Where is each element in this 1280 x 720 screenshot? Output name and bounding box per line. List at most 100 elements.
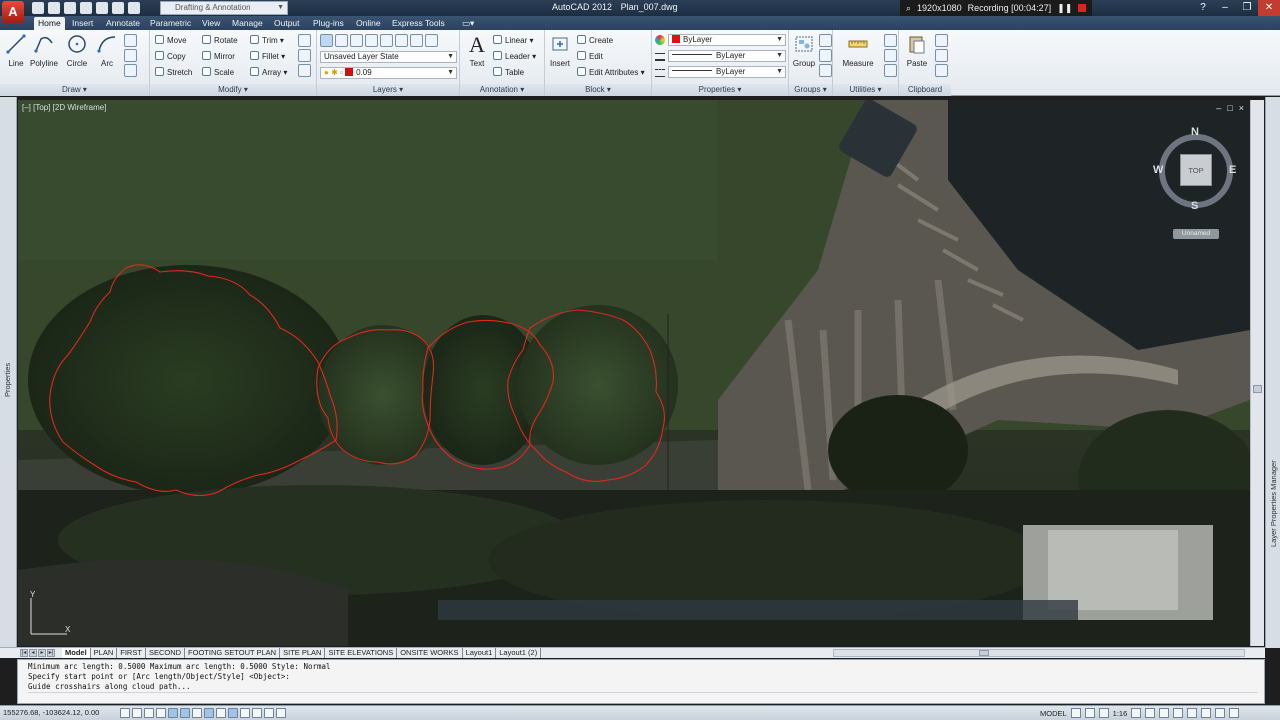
- tab-plugins[interactable]: Plug-ins: [309, 17, 348, 30]
- group-button[interactable]: Group: [789, 33, 819, 68]
- horizontal-scroll-thumb[interactable]: [979, 650, 989, 656]
- minimize-button[interactable]: –: [1214, 0, 1236, 16]
- layer-properties-icon[interactable]: [320, 34, 333, 47]
- create-block-button[interactable]: Create: [577, 35, 613, 47]
- ucs-menu[interactable]: Unnamed: [1173, 229, 1219, 239]
- recorder-resolution[interactable]: 1920x1080: [917, 3, 962, 13]
- layout-tab-model[interactable]: Model: [62, 648, 91, 658]
- tab-view[interactable]: View: [198, 17, 224, 30]
- tab-manage[interactable]: Manage: [228, 17, 267, 30]
- model-space-toggle[interactable]: MODEL: [1040, 709, 1067, 718]
- array-button[interactable]: Array ▾: [250, 67, 287, 79]
- dynamic-ucs-icon[interactable]: [216, 708, 226, 718]
- tab-insert[interactable]: Insert: [68, 17, 97, 30]
- annotation-visibility-icon[interactable]: [1131, 708, 1142, 718]
- ortho-mode-icon[interactable]: [156, 708, 166, 718]
- tab-parametric[interactable]: Parametric: [146, 17, 195, 30]
- layer-isolate-icon[interactable]: [335, 34, 348, 47]
- annotation-panel-title[interactable]: Annotation ▾: [460, 84, 544, 96]
- draw-panel-title[interactable]: Draw ▾: [0, 84, 149, 96]
- command-input[interactable]: [28, 692, 1258, 702]
- quick-select-icon[interactable]: [884, 34, 897, 47]
- arc-button[interactable]: Arc: [92, 33, 122, 68]
- layer-freeze-icon[interactable]: [380, 34, 393, 47]
- command-line-window[interactable]: Minimum arc length: 0.5000 Maximum arc l…: [17, 659, 1265, 704]
- layout-tab-plan[interactable]: PLAN: [91, 648, 118, 658]
- hatch-icon[interactable]: [124, 64, 137, 77]
- match-icon[interactable]: [935, 64, 948, 77]
- snap-mode-icon[interactable]: [132, 708, 142, 718]
- workspace-dropdown[interactable]: Drafting & Annotation ▼: [160, 1, 288, 15]
- block-panel-title[interactable]: Block ▾: [545, 84, 651, 96]
- auto-scale-icon[interactable]: [1145, 708, 1156, 718]
- next-layout-icon[interactable]: ▸: [38, 649, 46, 657]
- layer-dropdown[interactable]: ● ✱ ▫ 0.09 ▼: [320, 67, 457, 79]
- layer-properties-palette-tab[interactable]: Layer Properties Manager: [1265, 97, 1280, 648]
- table-button[interactable]: Table: [493, 67, 524, 79]
- layer-lock-icon[interactable]: [395, 34, 408, 47]
- layout-tab-first[interactable]: FIRST: [117, 648, 146, 658]
- tab-online[interactable]: Online: [352, 17, 385, 30]
- last-layout-icon[interactable]: ▸|: [47, 649, 55, 657]
- annotation-scale-icon[interactable]: [1098, 708, 1109, 718]
- tab-output[interactable]: Output: [270, 17, 304, 30]
- measure-button[interactable]: Measure: [841, 33, 875, 68]
- compass-south[interactable]: S: [1191, 200, 1198, 212]
- trim-button[interactable]: Trim ▾: [250, 35, 284, 47]
- viewcube[interactable]: TOP N S E W: [1153, 126, 1237, 216]
- layer-previous-icon[interactable]: [425, 34, 438, 47]
- save-as-icon[interactable]: [80, 2, 92, 14]
- edit-block-button[interactable]: Edit: [577, 51, 603, 63]
- properties-palette-tab[interactable]: Properties: [0, 97, 17, 648]
- explode-icon[interactable]: [298, 49, 311, 62]
- linetype-dropdown[interactable]: ByLayer ▼: [668, 66, 786, 78]
- infer-constraints-icon[interactable]: [120, 708, 130, 718]
- tab-home[interactable]: Home: [34, 17, 65, 30]
- hardware-acceleration-icon[interactable]: [1187, 708, 1198, 718]
- compass-west[interactable]: W: [1153, 164, 1163, 176]
- isolate-objects-icon[interactable]: [1201, 708, 1212, 718]
- viewport-controls-label[interactable]: [–] [Top] [2D Wireframe]: [22, 103, 106, 112]
- calculator-icon[interactable]: [884, 49, 897, 62]
- lineweight-dropdown[interactable]: ByLayer ▼: [668, 50, 786, 62]
- quick-view-layouts-icon[interactable]: [1070, 708, 1081, 718]
- offset-icon[interactable]: [298, 64, 311, 77]
- workspace-switching-icon[interactable]: [1159, 708, 1170, 718]
- undo-icon[interactable]: [112, 2, 124, 14]
- redo-icon[interactable]: [128, 2, 140, 14]
- grid-display-icon[interactable]: [144, 708, 154, 718]
- vertical-scroll-thumb[interactable]: [1253, 385, 1262, 393]
- restore-button[interactable]: ❐: [1236, 0, 1258, 16]
- copy-clip-icon[interactable]: [935, 49, 948, 62]
- viewport-minimize-button[interactable]: –: [1216, 103, 1221, 113]
- layout-tab-footing-setout-plan[interactable]: FOOTING SETOUT PLAN: [185, 648, 281, 658]
- groups-panel-title[interactable]: Groups ▾: [789, 84, 832, 96]
- edit-attributes-button[interactable]: Edit Attributes ▾: [577, 67, 645, 79]
- utilities-panel-title[interactable]: Utilities ▾: [833, 84, 898, 96]
- layout-tab-site-plan[interactable]: SITE PLAN: [280, 648, 326, 658]
- quick-properties-icon[interactable]: [264, 708, 274, 718]
- compass-north[interactable]: N: [1191, 126, 1199, 138]
- object-snap-tracking-icon[interactable]: [204, 708, 214, 718]
- compass-east[interactable]: E: [1229, 164, 1236, 176]
- application-menu-button[interactable]: A: [2, 1, 24, 23]
- help-icon[interactable]: ?: [1192, 0, 1214, 16]
- layer-state-dropdown[interactable]: Unsaved Layer State ▼: [320, 51, 457, 63]
- viewcube-top-face[interactable]: TOP: [1180, 154, 1212, 186]
- text-button[interactable]: A Text: [462, 32, 492, 68]
- layer-unisolate-icon[interactable]: [350, 34, 363, 47]
- vertical-scrollbar[interactable]: [1250, 100, 1264, 646]
- circle-button[interactable]: Circle: [62, 33, 92, 68]
- object-snap-icon[interactable]: [180, 708, 190, 718]
- layout-tab-onsite-works[interactable]: ONSITE WORKS: [397, 648, 463, 658]
- transparency-icon[interactable]: [252, 708, 262, 718]
- fillet-button[interactable]: Fillet ▾: [250, 51, 285, 63]
- 3d-object-snap-icon[interactable]: [192, 708, 202, 718]
- line-button[interactable]: Line: [1, 33, 31, 68]
- annotation-scale[interactable]: 1:16: [1113, 709, 1128, 718]
- tab-express-tools[interactable]: Express Tools: [388, 17, 449, 30]
- ungroup-icon[interactable]: [819, 34, 832, 47]
- polar-tracking-icon[interactable]: [168, 708, 178, 718]
- save-icon[interactable]: [64, 2, 76, 14]
- print-icon[interactable]: [96, 2, 108, 14]
